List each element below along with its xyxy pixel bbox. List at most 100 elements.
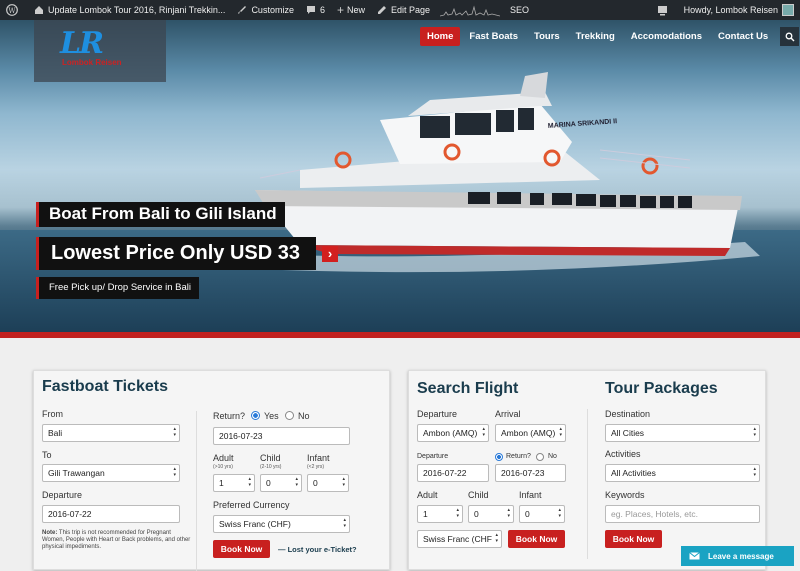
activities-label: Activities: [605, 449, 641, 459]
trip-note: Note: This trip is not recommended for P…: [42, 530, 192, 551]
to-label: To: [42, 450, 52, 460]
adult-label: Adult: [213, 453, 234, 463]
leave-message-label: Leave a message: [708, 551, 774, 561]
customize-link[interactable]: Customize: [231, 0, 300, 20]
child-select[interactable]: 0: [260, 474, 302, 492]
search-panel: Search Flight Departure Ambon (AMQ) Arri…: [408, 370, 766, 570]
flight-return-no-label: No: [548, 453, 557, 460]
seo-label: SEO: [510, 5, 530, 15]
chevron-right-icon[interactable]: ›: [321, 246, 338, 262]
keywords-input[interactable]: eg. Places, Hotels, etc.: [605, 505, 760, 523]
flight-infant-label: Infant: [519, 490, 542, 500]
site-logo[interactable]: LR Lombok Reisen: [34, 20, 166, 82]
nav-item-tours[interactable]: Tours: [527, 27, 567, 46]
monitor-icon: [657, 5, 667, 15]
new-label: New: [346, 5, 365, 15]
logo-mark: LR: [60, 26, 104, 61]
return-date-input[interactable]: 2016-07-23: [213, 427, 350, 445]
adult-age-hint: (>10 yrs): [213, 464, 233, 470]
comments-count: 6: [319, 5, 325, 15]
comments-link[interactable]: 6: [300, 0, 331, 20]
infant-select[interactable]: 0: [307, 474, 349, 492]
boat-name: MARINA SRIKANDI II: [548, 118, 618, 130]
currency-select[interactable]: Swiss Franc (CHF): [213, 515, 350, 533]
flight-departure-select[interactable]: Ambon (AMQ): [417, 424, 489, 442]
hero-price-text: Lowest Price Only USD 33: [51, 242, 300, 264]
infant-label: Infant: [307, 453, 330, 463]
search-button[interactable]: [780, 27, 800, 46]
from-label: From: [42, 409, 63, 419]
seo-link[interactable]: SEO: [504, 0, 535, 20]
flight-book-button[interactable]: Book Now: [508, 530, 565, 548]
flight-date-input[interactable]: 2016-07-22: [417, 464, 489, 482]
fastboat-book-button[interactable]: Book Now: [213, 540, 270, 558]
wordpress-icon: W: [6, 4, 18, 16]
howdy-label: Howdy, Lombok Reisen: [683, 5, 778, 15]
nav-item-trekking[interactable]: Trekking: [569, 27, 622, 46]
lost-eticket-link[interactable]: — Lost your e-Ticket?: [278, 545, 357, 554]
logo-text: Lombok Reisen: [62, 58, 122, 67]
departure-date-input[interactable]: 2016-07-22: [42, 505, 180, 523]
nav-item-fast-boats[interactable]: Fast Boats: [462, 27, 525, 46]
home-icon: [35, 6, 43, 14]
stats-sparkline-icon[interactable]: [440, 3, 501, 17]
activities-select[interactable]: All Activities: [605, 464, 760, 482]
from-select[interactable]: Bali: [42, 424, 180, 442]
search-icon: [785, 32, 795, 41]
return-no-radio[interactable]: [285, 411, 294, 420]
customize-label: Customize: [251, 5, 294, 15]
account-menu[interactable]: Howdy, Lombok Reisen: [678, 0, 800, 20]
wordpress-logo[interactable]: W: [0, 0, 28, 20]
edit-page-link[interactable]: Edit Page: [371, 0, 436, 20]
flight-return-yes-radio[interactable]: [495, 453, 503, 461]
fastboat-panel: Fastboat Tickets From Bali To Gili Trawa…: [33, 370, 390, 571]
new-link[interactable]: + New: [331, 0, 371, 20]
flight-arrival-label: Arrival: [495, 409, 521, 419]
screen-options[interactable]: [651, 0, 678, 20]
nav-item-home[interactable]: Home: [420, 27, 461, 46]
flight-adult-label: Adult: [417, 490, 438, 500]
edit-page-label: Edit Page: [391, 5, 431, 15]
return-label: Return?: [213, 411, 246, 421]
tours-title: Tour Packages: [605, 380, 718, 397]
envelope-icon: [689, 552, 700, 560]
adult-select[interactable]: 1: [213, 474, 255, 492]
to-select[interactable]: Gili Trawangan: [42, 464, 180, 482]
keywords-label: Keywords: [605, 490, 645, 500]
hero-caption-subtitle: Free Pick up/ Drop Service in Bali: [36, 277, 200, 299]
avatar: [782, 4, 794, 16]
child-age-hint: (2-10 yrs): [260, 464, 282, 470]
child-label: Child: [260, 453, 281, 463]
admin-bar: W Update Lombok Tour 2016, Rinjani Trekk…: [0, 0, 800, 20]
flight-currency-select[interactable]: Swiss Franc (CHF: [417, 530, 502, 548]
column-divider: [587, 409, 588, 559]
infant-age-hint: (<2 yrs): [307, 464, 325, 470]
fastboat-title: Fastboat Tickets: [42, 378, 168, 395]
flight-return-label: Return?: [506, 453, 531, 460]
hero-caption-title: Boat From Bali to Gili Island: [36, 202, 285, 227]
column-divider: [196, 411, 197, 571]
site-name-link[interactable]: Update Lombok Tour 2016, Rinjani Trekkin…: [28, 0, 231, 20]
destination-select[interactable]: All Cities: [605, 424, 760, 442]
flight-date-label: Departure: [417, 453, 449, 460]
svg-text:W: W: [8, 7, 16, 15]
return-yes-radio[interactable]: [251, 411, 260, 420]
flight-arrival-select[interactable]: Ambon (AMQ): [495, 424, 566, 442]
nav-item-accomodations[interactable]: Accomodations: [624, 27, 709, 46]
flight-child-label: Child: [468, 490, 489, 500]
flight-child-select[interactable]: 0: [468, 505, 514, 523]
flight-infant-select[interactable]: 0: [519, 505, 565, 523]
flight-return-no-radio[interactable]: [536, 453, 544, 461]
lost-eticket-text: Lost your e-Ticket?: [287, 545, 357, 554]
plus-icon: +: [336, 3, 344, 17]
note-bold: Note:: [42, 530, 58, 536]
destination-label: Destination: [605, 409, 651, 419]
pencil-icon: [378, 6, 386, 14]
leave-message-widget[interactable]: Leave a message: [681, 546, 794, 566]
flight-adult-select[interactable]: 1: [417, 505, 463, 523]
tours-book-button[interactable]: Book Now: [605, 530, 662, 548]
flight-return-date-input[interactable]: 2016-07-23: [495, 464, 566, 482]
flight-title: Search Flight: [417, 380, 519, 397]
nav-item-contact-us[interactable]: Contact Us: [711, 27, 775, 46]
return-no-label: No: [298, 411, 310, 421]
